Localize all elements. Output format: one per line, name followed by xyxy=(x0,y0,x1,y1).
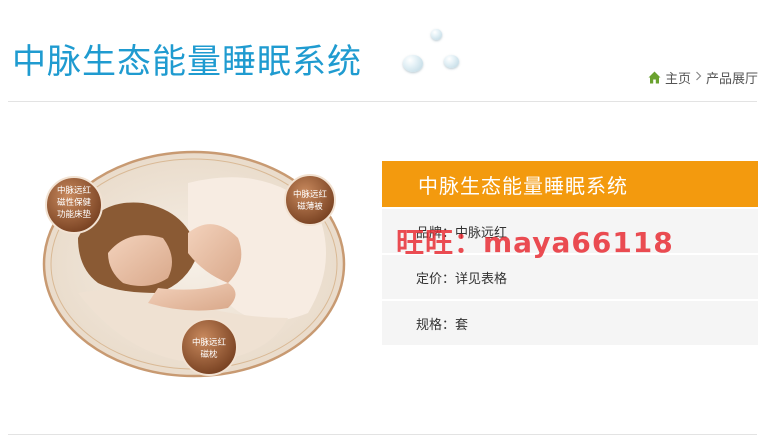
svg-text:磁薄被: 磁薄被 xyxy=(297,201,323,212)
svg-text:磁枕: 磁枕 xyxy=(200,349,218,360)
svg-text:中脉远红: 中脉远红 xyxy=(293,189,328,200)
svg-text:磁性保健: 磁性保健 xyxy=(57,197,92,208)
chevron-right-icon xyxy=(695,70,702,85)
svg-text:中脉远红: 中脉远红 xyxy=(57,185,92,196)
product-spec: 规格：套 xyxy=(382,299,758,345)
breadcrumb-home-link[interactable]: 主页 xyxy=(665,68,691,87)
divider xyxy=(8,101,757,102)
svg-text:功能床垫: 功能床垫 xyxy=(57,209,92,220)
watermark-text: 旺旺：maya66118 xyxy=(396,226,674,259)
divider xyxy=(8,434,757,435)
page-title: 中脉生态能量睡眠系统 xyxy=(12,42,362,82)
product-image: 中脉远红 磁性保健 功能床垫 中脉远红 磁薄被 中脉远红 磁枕 xyxy=(38,143,350,385)
breadcrumb: 主页 产品展厅 xyxy=(648,68,758,87)
home-icon xyxy=(648,71,661,84)
water-drops-decoration xyxy=(398,26,468,81)
product-info-title: 中脉生态能量睡眠系统 xyxy=(382,161,758,207)
breadcrumb-current-link[interactable]: 产品展厅 xyxy=(706,68,758,87)
svg-text:中脉远红: 中脉远红 xyxy=(192,337,227,348)
